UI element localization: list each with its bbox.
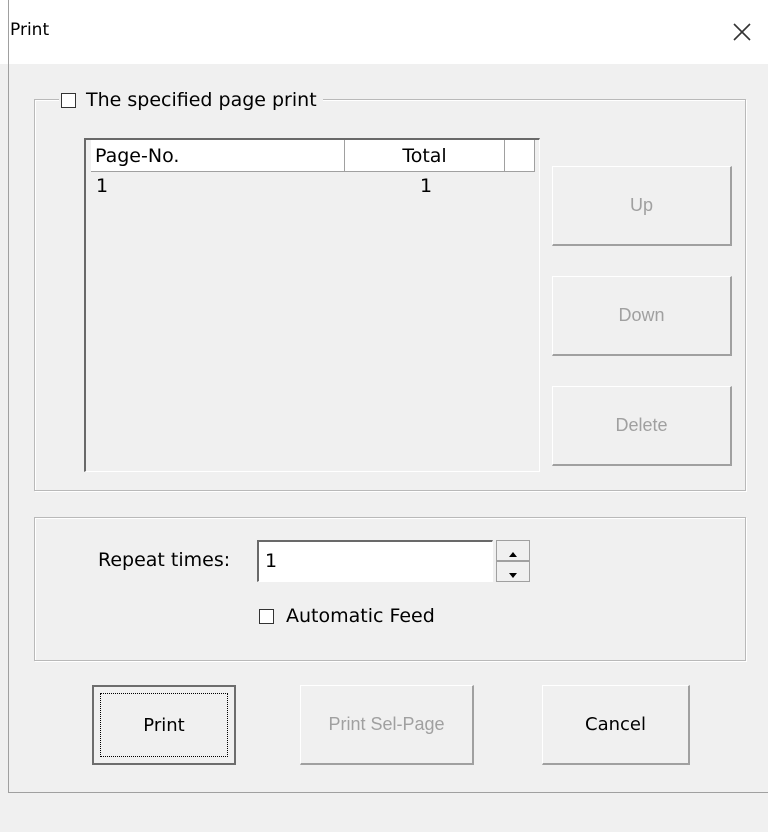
page-list[interactable]: Page-No. Total 1 1 bbox=[84, 138, 540, 472]
automatic-feed-label[interactable]: Automatic Feed bbox=[286, 605, 435, 627]
repeat-times-spinner bbox=[496, 540, 530, 582]
spin-up-button[interactable] bbox=[496, 540, 530, 561]
automatic-feed-checkbox[interactable] bbox=[259, 608, 274, 624]
spin-up-arrow-icon bbox=[509, 540, 517, 562]
cell-page-no: 1 bbox=[96, 175, 109, 197]
column-header-total[interactable]: Total bbox=[345, 140, 505, 172]
window-left-border bbox=[8, 0, 9, 832]
page-list-header: Page-No. Total bbox=[91, 140, 535, 172]
up-button[interactable]: Up bbox=[552, 166, 732, 246]
repeat-times-input[interactable]: 1 bbox=[257, 540, 493, 582]
window-title: Print bbox=[10, 20, 50, 40]
specified-page-label[interactable]: The specified page print bbox=[86, 89, 317, 111]
delete-button[interactable]: Delete bbox=[552, 386, 732, 466]
spin-down-button[interactable] bbox=[496, 561, 530, 582]
focus-rectangle bbox=[100, 693, 228, 757]
print-button[interactable]: Print bbox=[92, 685, 236, 765]
close-icon[interactable] bbox=[728, 18, 756, 46]
automatic-feed-option: Automatic Feed bbox=[259, 605, 435, 627]
status-bar bbox=[8, 792, 768, 832]
specified-page-legend: The specified page print bbox=[59, 86, 323, 114]
spin-down-arrow-icon bbox=[509, 561, 517, 583]
cancel-button[interactable]: Cancel bbox=[542, 685, 690, 765]
repeat-groupbox bbox=[34, 517, 746, 661]
down-button[interactable]: Down bbox=[552, 276, 732, 356]
repeat-times-label: Repeat times: bbox=[98, 549, 231, 571]
print-dialog: Print The specified page print Page-No. … bbox=[0, 0, 768, 832]
column-header-empty[interactable] bbox=[505, 140, 535, 172]
column-header-page-no[interactable]: Page-No. bbox=[91, 140, 345, 172]
specified-page-checkbox[interactable] bbox=[61, 92, 76, 108]
cell-total: 1 bbox=[420, 175, 433, 197]
list-item[interactable]: 1 1 bbox=[96, 174, 496, 198]
print-sel-page-button[interactable]: Print Sel-Page bbox=[300, 685, 474, 765]
title-bar: Print bbox=[0, 0, 768, 64]
